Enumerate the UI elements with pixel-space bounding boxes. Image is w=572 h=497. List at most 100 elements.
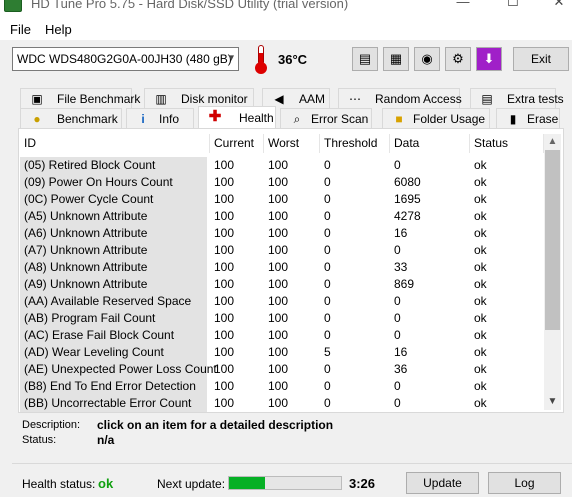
cell-status: ok [474,379,487,393]
download-button[interactable]: ⬇ [476,47,502,71]
table-row[interactable]: (A8) Unknown Attribute 100 100 0 33 ok [20,259,544,276]
cell-worst: 100 [268,226,289,240]
tab-disk-monitor[interactable]: ▥ Disk monitor [144,88,254,108]
cell-data: 0 [394,379,401,393]
options-button[interactable]: ⚙ [445,47,471,71]
column-header-status[interactable]: Status [470,134,544,153]
cell-status: ok [474,345,487,359]
tab-benchmark[interactable]: ● Benchmark [20,108,122,128]
cell-data: 4278 [394,209,421,223]
cell-data: 33 [394,260,408,274]
cell-data: 0 [394,243,401,257]
camera-button[interactable]: ◉ [414,47,440,71]
copy-text-button[interactable]: ▤ [352,47,378,71]
table-row[interactable]: (A9) Unknown Attribute 100 100 0 869 ok [20,276,544,293]
info-icon: i [141,112,145,126]
status-bar: Health status: ok Next update: 3:26 Upda… [12,463,572,497]
table-row[interactable]: (A5) Unknown Attribute 100 100 0 4278 ok [20,208,544,225]
cell-current: 100 [214,175,235,189]
cell-status: ok [474,294,487,308]
app-icon [4,0,22,12]
cell-id: (0C) Power Cycle Count [20,191,207,208]
menu-file[interactable]: File [10,22,31,37]
tab-aam[interactable]: ◀ AAM [262,88,330,108]
cell-threshold: 0 [324,260,331,274]
cell-worst: 100 [268,379,289,393]
cell-threshold: 0 [324,362,331,376]
cell-threshold: 0 [324,175,331,189]
table-row[interactable]: (A6) Unknown Attribute 100 100 0 16 ok [20,225,544,242]
tab-erase[interactable]: ▮ Erase [496,108,560,128]
cell-status: ok [474,260,487,274]
cell-worst: 100 [268,260,289,274]
cell-data: 16 [394,345,408,359]
attribute-status-value: n/a [97,433,115,447]
file-benchmark-icon: ▣ [31,92,43,106]
cell-current: 100 [214,311,235,325]
column-header-worst[interactable]: Worst [264,134,320,153]
column-header-current[interactable]: Current [210,134,264,153]
cell-id: (A8) Unknown Attribute [20,259,207,276]
next-update-countdown: 3:26 [349,476,376,491]
table-row[interactable]: (AA) Available Reserved Space 100 100 0 0 ok [20,293,544,310]
cell-threshold: 0 [324,192,331,206]
drive-select-value: WDC WDS480G2G0A-00JH30 (480 gB) [17,52,232,66]
tab-folder-usage[interactable]: ■ Folder Usage [382,108,490,128]
drive-select[interactable]: WDC WDS480G2G0A-00JH30 (480 gB) ▾ [12,47,239,71]
cell-worst: 100 [268,209,289,223]
table-row[interactable]: (AC) Erase Fail Block Count 100 100 0 0 ok [20,327,544,344]
cell-data: 0 [394,294,401,308]
cell-id: (A7) Unknown Attribute [20,242,207,259]
scroll-up-icon[interactable]: ▲ [544,134,561,150]
table-row[interactable]: (AE) Unexpected Power Loss Count 100 100 0 3… [20,361,544,378]
cell-worst: 100 [268,294,289,308]
log-button[interactable]: Log [488,472,561,494]
table-scrollbar[interactable]: ▲ ▼ [544,134,561,410]
exit-button[interactable]: Exit [513,47,569,71]
minimize-button[interactable]: — [440,0,486,14]
cell-threshold: 0 [324,277,331,291]
close-button[interactable]: ✕ [536,0,572,14]
cell-threshold: 0 [324,209,331,223]
tab-file-benchmark[interactable]: ▣ File Benchmark [20,88,140,108]
table-row[interactable]: (05) Retired Block Count 100 100 0 0 ok [20,157,544,174]
cell-data: 36 [394,362,408,376]
temperature-value: 36°C [278,52,308,67]
scroll-down-icon[interactable]: ▼ [544,394,561,410]
cell-id: (05) Retired Block Count [20,157,207,174]
cell-worst: 100 [268,396,289,410]
cell-id: (09) Power On Hours Count [20,174,207,191]
copy-image-button[interactable]: ▦ [383,47,409,71]
table-row[interactable]: (B8) End To End Error Detection 100 100 0 0 o… [20,378,544,395]
cell-data: 869 [394,277,415,291]
column-header-id[interactable]: ID [20,134,210,153]
menu-help[interactable]: Help [45,22,72,37]
tab-extra-tests[interactable]: ▤ Extra tests [470,88,564,108]
folder-icon: ■ [395,112,403,126]
cell-worst: 100 [268,192,289,206]
tab-random-access[interactable]: ⋯ Random Access [338,88,462,108]
cell-id: (AD) Wear Leveling Count [20,344,207,361]
table-row[interactable]: (0C) Power Cycle Count 100 100 0 1695 ok [20,191,544,208]
table-row[interactable]: (AB) Program Fail Count 100 100 0 0 ok [20,310,544,327]
tab-info[interactable]: i Info [126,108,194,128]
maximize-button[interactable]: ☐ [490,0,536,14]
table-row[interactable]: (09) Power On Hours Count 100 100 0 6080 ok [20,174,544,191]
cell-current: 100 [214,294,235,308]
cell-status: ok [474,226,487,240]
table-row[interactable]: (BB) Uncorrectable Error Count 100 100 0 0 ok [20,395,544,412]
cell-id: (A9) Unknown Attribute [20,276,207,293]
thermometer-icon [253,45,269,74]
tab-health[interactable]: ✚ Health [198,106,276,129]
cell-data: 1695 [394,192,421,206]
scroll-thumb[interactable] [545,150,560,330]
table-row[interactable]: (A7) Unknown Attribute 100 100 0 0 ok [20,242,544,259]
column-header-threshold[interactable]: Threshold [320,134,390,153]
cell-worst: 100 [268,175,289,189]
update-button[interactable]: Update [406,472,479,494]
tab-error-scan[interactable]: ⌕ Error Scan [280,108,372,128]
cell-worst: 100 [268,328,289,342]
table-row[interactable]: (AD) Wear Leveling Count 100 100 5 16 ok [20,344,544,361]
column-header-data[interactable]: Data [390,134,470,153]
cell-worst: 100 [268,243,289,257]
